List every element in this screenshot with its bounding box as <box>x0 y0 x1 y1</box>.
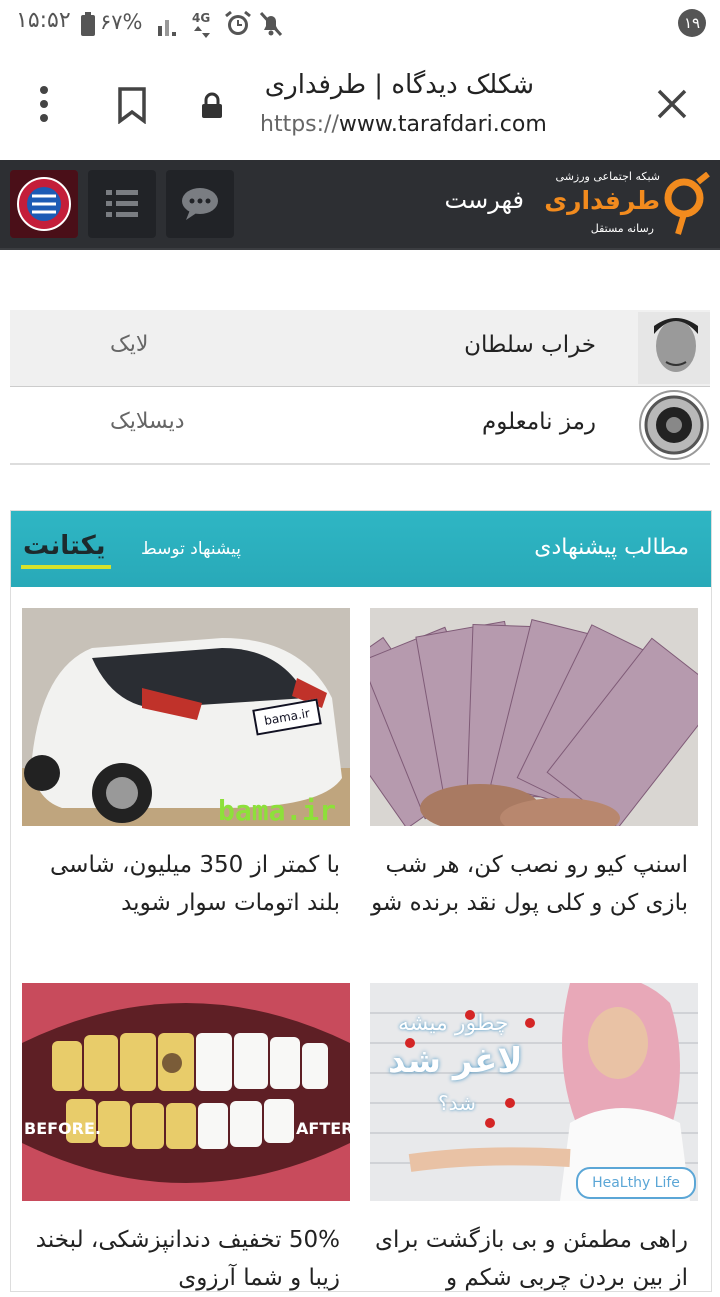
card-thumbnail[interactable]: BEFORE. AFTER. <box>22 983 350 1201</box>
image-badge: HeaLthy Life <box>576 1167 696 1199</box>
widget-by-label: پیشنهاد توسط <box>141 539 242 559</box>
card-title[interactable]: راهی مطمئن و بی بازگشت برای از بین بردن … <box>368 1221 688 1297</box>
chat-icon <box>182 188 218 220</box>
card-title[interactable]: 50% تخفیف دندانپزشکی، لبخند زیبا و شما آ… <box>20 1221 340 1297</box>
close-icon[interactable] <box>656 88 688 120</box>
card-title[interactable]: اسنپ کیو رو نصب کن، هر شب بازی کن و کلی … <box>368 846 688 922</box>
page-title: شکلک دیدگاه | طرفداری <box>264 70 534 100</box>
bookmark-icon[interactable] <box>116 86 148 124</box>
list-button[interactable] <box>88 170 156 238</box>
vote-action: لایک <box>110 332 149 357</box>
alarm-icon <box>225 10 251 35</box>
list-icon <box>106 190 138 217</box>
url-host: www.tarafdari.com <box>338 112 547 137</box>
status-time: ۱۵:۵۲ <box>16 8 71 33</box>
user-avatar[interactable] <box>638 389 710 461</box>
user-avatar[interactable] <box>638 312 710 384</box>
url-scheme: https:// <box>260 112 339 137</box>
money-image <box>370 608 698 826</box>
notification-count[interactable]: ۱۹ <box>678 9 706 37</box>
avatar[interactable] <box>10 170 78 238</box>
lock-icon <box>202 92 222 118</box>
teeth-image <box>22 983 350 1201</box>
widget-title: مطالب پیشنهادی <box>534 535 689 560</box>
4g-icon: 4G <box>192 11 211 25</box>
data-arrows-icon <box>194 26 210 38</box>
provider-name: یکتانت <box>23 531 106 561</box>
url-bar[interactable]: https://www.tarafdari.com <box>260 112 547 137</box>
logo-tagline-top: شبکه اجتماعی ورزشی <box>555 170 660 183</box>
logo-mark-icon <box>664 172 710 235</box>
logo-tagline-bottom: رسانه مستقل <box>590 222 654 235</box>
site-logo[interactable]: شبکه اجتماعی ورزشی طرفداری رسانه مستقل <box>544 166 712 242</box>
logo-name: طرفداری <box>544 186 660 215</box>
vote-user-name[interactable]: رمز نامعلوم <box>482 409 596 435</box>
vote-action: دیسلایک <box>110 409 185 434</box>
mute-icon <box>259 11 283 37</box>
vote-row: خراب سلطان لایک <box>10 310 710 387</box>
vote-user-name[interactable]: خراب سلطان <box>464 332 596 358</box>
browser-toolbar: شکلک دیدگاه | طرفداری https://www.tarafd… <box>0 48 720 160</box>
battery-icon <box>81 12 95 36</box>
avatar-icon <box>10 170 78 238</box>
battery-percent: ۶۷% <box>100 10 143 34</box>
widget-header: مطالب پیشنهادی پیشنهاد توسط یکتانت <box>11 511 711 587</box>
signal-icon <box>158 20 176 36</box>
menu-label[interactable]: فهرست <box>445 186 524 214</box>
more-icon[interactable] <box>32 84 56 124</box>
image-watermark: bama.ir <box>218 794 337 826</box>
card-thumbnail[interactable]: چطور میشه لاغر شد شد؟ HeaLthy Life <box>370 983 698 1201</box>
image-text: لاغر شد <box>388 1041 523 1081</box>
suggested-posts-widget: مطالب پیشنهادی پیشنهاد توسط یکتانت اسنپ … <box>10 510 712 1292</box>
status-bar: ۱۵:۵۲ ۶۷% 4G ۱۹ <box>0 0 720 48</box>
card-title[interactable]: با کمتر از 350 میلیون، شاسی بلند اتومات … <box>20 846 340 922</box>
user-photo-icon <box>638 312 710 384</box>
card-thumbnail[interactable] <box>370 608 698 826</box>
site-header: فهرست شبکه اجتماعی ورزشی طرفداری رسانه م… <box>0 160 720 250</box>
image-text: شد؟ <box>438 1091 476 1115</box>
safe-dial-icon <box>639 390 709 460</box>
provider-logo[interactable]: یکتانت <box>21 527 121 571</box>
provider-underline <box>21 565 111 569</box>
chat-button[interactable] <box>166 170 234 238</box>
card-thumbnail[interactable]: bama.ir bama.ir <box>22 608 350 826</box>
after-label: AFTER. <box>296 1119 350 1138</box>
vote-row: رمز نامعلوم دیسلایک <box>10 387 710 465</box>
before-label: BEFORE. <box>24 1119 101 1138</box>
image-text: چطور میشه <box>398 1011 509 1036</box>
